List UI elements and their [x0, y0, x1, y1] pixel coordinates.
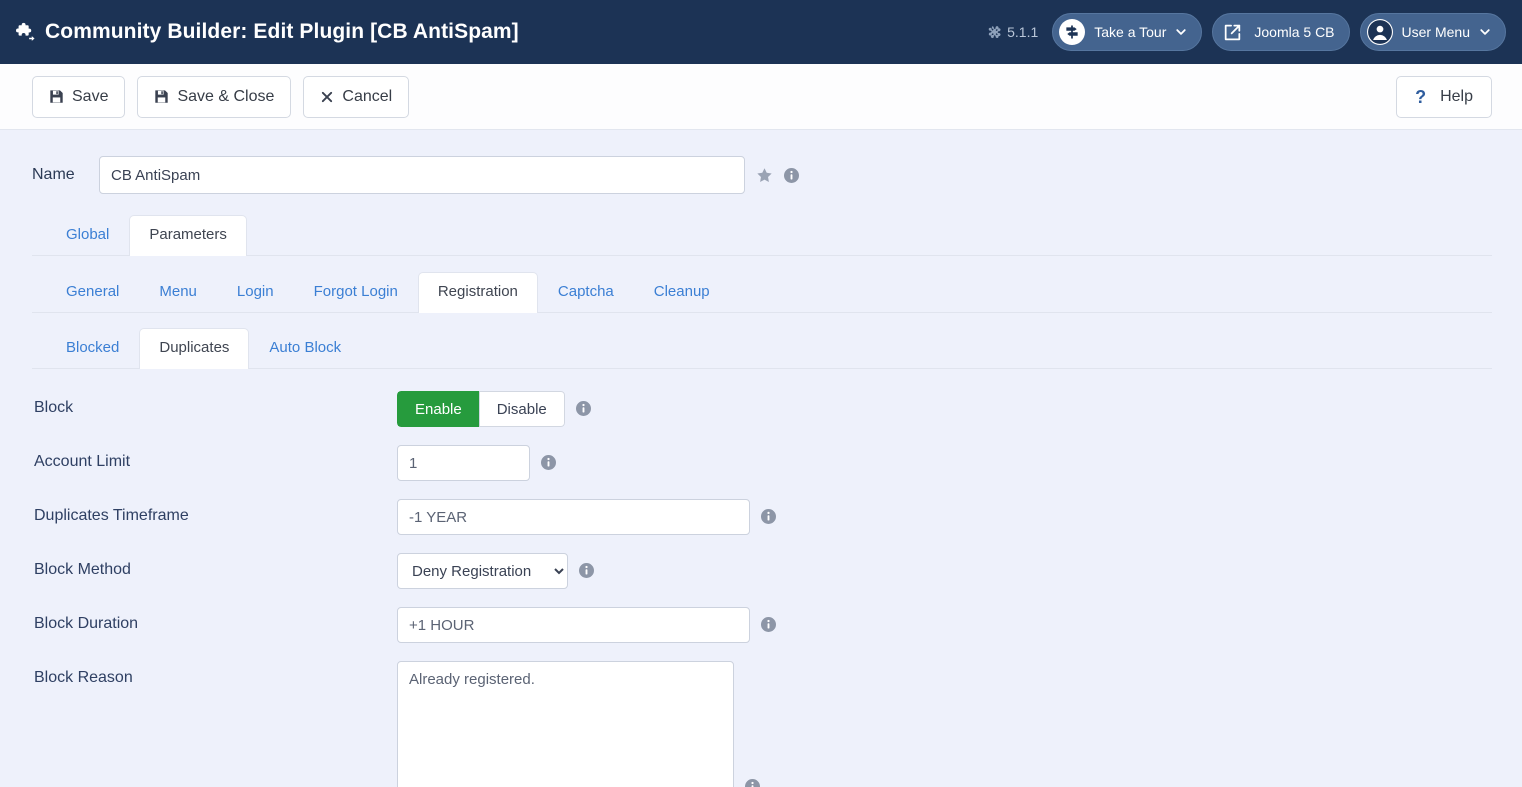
- close-x-icon: [320, 90, 334, 104]
- help-button[interactable]: ? Help: [1396, 75, 1492, 118]
- block-duration-label: Block Duration: [34, 615, 139, 632]
- account-limit-label: Account Limit: [34, 453, 131, 470]
- tab-blocked[interactable]: Blocked: [46, 328, 139, 368]
- puzzle-piece-icon: [14, 21, 36, 43]
- name-input[interactable]: [99, 156, 745, 194]
- tab-general[interactable]: General: [46, 272, 139, 312]
- block-enable-button[interactable]: Enable: [397, 391, 479, 427]
- app-header: Community Builder: Edit Plugin [CB AntiS…: [0, 0, 1522, 64]
- cancel-button[interactable]: Cancel: [303, 75, 410, 118]
- tab-login[interactable]: Login: [217, 272, 294, 312]
- name-field-row: Name: [32, 130, 1492, 200]
- block-reason-label: Block Reason: [34, 669, 133, 686]
- help-button-label: Help: [1440, 87, 1473, 105]
- tab-captcha[interactable]: Captcha: [538, 272, 634, 312]
- field-row-block-method: Block Method Deny Registration: [32, 553, 1492, 607]
- joomla-logo-icon: [988, 25, 1002, 39]
- block-duration-input[interactable]: [397, 607, 750, 643]
- block-label: Block: [34, 399, 74, 416]
- take-a-tour-label: Take a Tour: [1094, 24, 1167, 40]
- tab-cleanup[interactable]: Cleanup: [634, 272, 730, 312]
- page-title-text: Community Builder: Edit Plugin [CB AntiS…: [45, 20, 519, 43]
- tab-menu[interactable]: Menu: [139, 272, 217, 312]
- save-and-close-button-label: Save & Close: [177, 87, 275, 105]
- field-row-duplicates-timeframe: Duplicates Timeframe: [32, 499, 1492, 553]
- tabs-level-2: General Menu Login Forgot Login Registra…: [32, 272, 1492, 313]
- user-menu-button[interactable]: User Menu: [1359, 13, 1506, 51]
- tab-parameters[interactable]: Parameters: [129, 215, 247, 256]
- field-row-block: Block Enable Disable: [32, 391, 1492, 445]
- field-row-account-limit: Account Limit: [32, 445, 1492, 499]
- block-reason-textarea[interactable]: Already registered.: [397, 661, 734, 787]
- tabs-level-1: Global Parameters: [32, 215, 1492, 256]
- info-circle-icon[interactable]: [784, 167, 799, 183]
- user-circle-icon: [1366, 19, 1393, 45]
- joomla-version-text: 5.1.1: [1007, 24, 1039, 40]
- field-row-block-duration: Block Duration: [32, 607, 1492, 661]
- external-link-icon: [1219, 19, 1245, 45]
- block-method-select[interactable]: Deny Registration: [397, 553, 568, 589]
- account-limit-input[interactable]: [397, 445, 530, 481]
- take-a-tour-button[interactable]: Take a Tour: [1052, 13, 1203, 51]
- tab-auto-block[interactable]: Auto Block: [249, 328, 361, 368]
- duplicates-timeframe-input[interactable]: [397, 499, 750, 535]
- tab-forgot-login[interactable]: Forgot Login: [294, 272, 418, 312]
- info-circle-icon[interactable]: [579, 563, 594, 578]
- joomla-cb-label: Joomla 5 CB: [1254, 24, 1335, 40]
- block-disable-button[interactable]: Disable: [478, 391, 565, 427]
- page-title: Community Builder: Edit Plugin [CB AntiS…: [14, 20, 519, 44]
- info-circle-icon[interactable]: [761, 509, 776, 524]
- floppy-disk-icon: [49, 89, 64, 104]
- info-circle-icon[interactable]: [541, 455, 556, 470]
- info-circle-icon[interactable]: [761, 617, 776, 632]
- save-button-label: Save: [72, 87, 109, 105]
- joomla-version: 5.1.1: [988, 24, 1038, 40]
- save-button[interactable]: Save: [32, 75, 126, 118]
- save-and-close-button[interactable]: Save & Close: [137, 75, 292, 118]
- chevron-down-icon: [1479, 26, 1491, 38]
- signpost-icon: [1059, 19, 1086, 45]
- tab-duplicates[interactable]: Duplicates: [139, 328, 250, 369]
- floppy-disk-icon: [154, 89, 169, 104]
- block-method-label: Block Method: [34, 561, 131, 578]
- tab-registration[interactable]: Registration: [417, 272, 538, 313]
- joomla-cb-button[interactable]: Joomla 5 CB: [1212, 13, 1350, 51]
- star-icon[interactable]: [756, 167, 773, 184]
- tab-global[interactable]: Global: [46, 215, 129, 255]
- cancel-button-label: Cancel: [342, 87, 393, 105]
- header-actions: 5.1.1 Take a Tour Joomla 5 CB User Menu: [988, 13, 1506, 51]
- block-toggle-group: Enable Disable: [397, 391, 565, 427]
- user-menu-label: User Menu: [1401, 24, 1470, 40]
- page-root: Community Builder: Edit Plugin [CB AntiS…: [0, 0, 1522, 787]
- editor-toolbar: Save Save & Close Cancel ? Help: [0, 64, 1522, 130]
- name-field-label: Name: [32, 166, 75, 183]
- chevron-down-icon: [1175, 26, 1187, 38]
- info-circle-icon[interactable]: [745, 779, 760, 787]
- question-mark-icon: ?: [1415, 86, 1427, 107]
- editor-content: Name Global Parameters General: [0, 130, 1522, 787]
- duplicates-settings-form: Block Enable Disable Account Limit 1 Dup…: [32, 369, 1492, 787]
- field-row-block-reason: Block Reason Already registered.: [32, 661, 1492, 787]
- duplicates-timeframe-label: Duplicates Timeframe: [34, 507, 189, 524]
- info-circle-icon[interactable]: [575, 401, 591, 416]
- tabs-level-3: Blocked Duplicates Auto Block: [32, 328, 1492, 369]
